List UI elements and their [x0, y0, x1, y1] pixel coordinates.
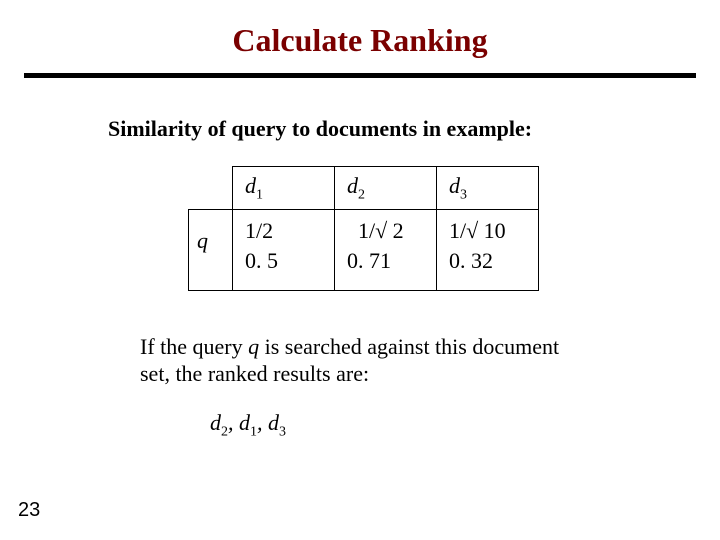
- ranked-results: d2, d1, d3: [210, 410, 720, 440]
- similarity-table: d1 d2 d3 q 1/20. 5 1/√ 20. 71 1/√ 100. 3…: [188, 166, 720, 291]
- body-text: If the query q is searched against this …: [140, 333, 580, 388]
- table-cell: 1/√ 20. 71: [335, 210, 437, 290]
- subtitle: Similarity of query to documents in exam…: [108, 116, 720, 142]
- table-header-row: d1 d2 d3: [189, 167, 539, 210]
- row-label: q: [189, 210, 233, 290]
- col-header: d1: [233, 167, 335, 210]
- slide-title: Calculate Ranking: [0, 0, 720, 73]
- table-cell: 1/20. 5: [233, 210, 335, 290]
- title-divider: [24, 73, 696, 78]
- slide: Calculate Ranking Similarity of query to…: [0, 0, 720, 540]
- table-row: q 1/20. 5 1/√ 20. 71 1/√ 100. 32: [189, 210, 539, 290]
- col-header: d2: [335, 167, 437, 210]
- col-header: d3: [437, 167, 539, 210]
- table-cell: 1/√ 100. 32: [437, 210, 539, 290]
- page-number: 23: [18, 499, 40, 522]
